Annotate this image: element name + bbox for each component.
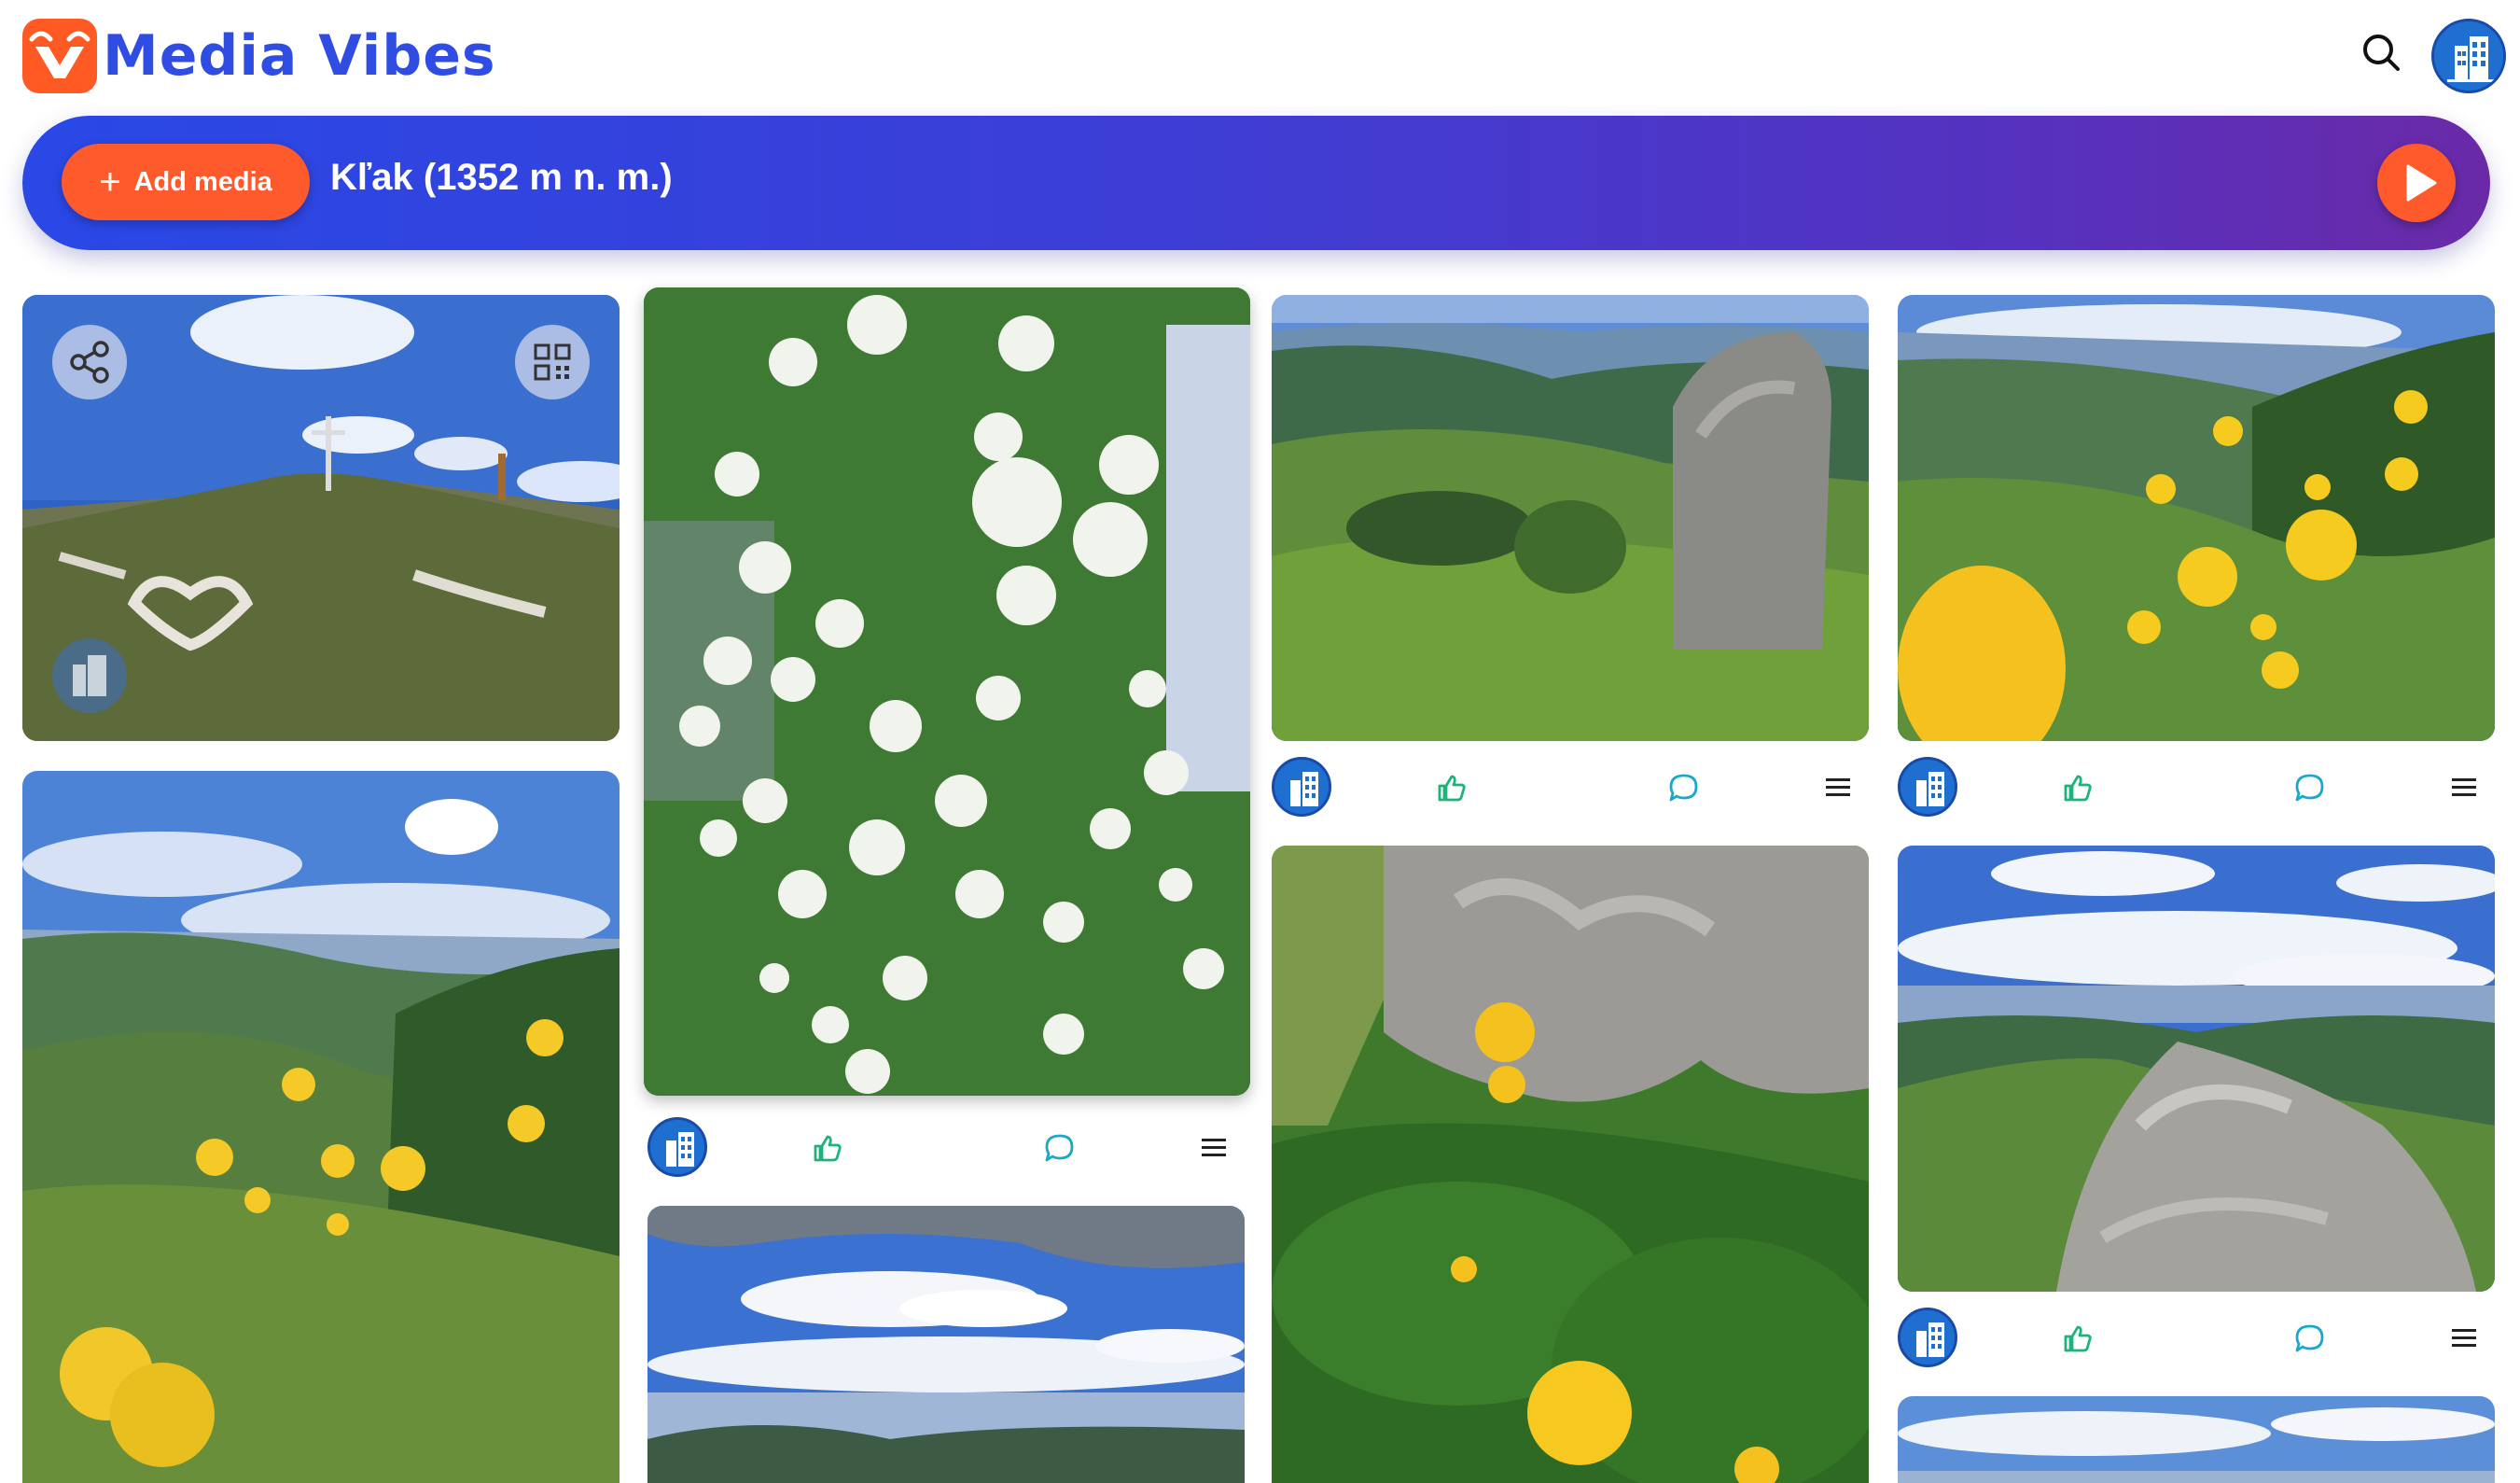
app-logo[interactable]: Media Vibes [22, 19, 496, 93]
photo-image [644, 287, 1250, 1096]
photo-card[interactable] [647, 1206, 1245, 1483]
menu-icon[interactable] [1200, 1135, 1228, 1161]
plus-icon: + [99, 161, 121, 203]
photo-image [1898, 295, 2495, 741]
building-avatar-icon [73, 655, 106, 696]
photo-actions [1898, 1305, 2495, 1370]
owner-avatar[interactable] [647, 1117, 707, 1177]
owner-avatar[interactable] [1272, 757, 1331, 817]
building-avatar-icon [1900, 760, 1955, 814]
thumbs-up-icon[interactable] [1434, 771, 1468, 804]
top-bar: Media Vibes [0, 0, 2520, 112]
building-avatar-icon [1274, 760, 1329, 814]
photo-image [647, 1206, 1245, 1483]
comment-icon[interactable] [2293, 1322, 2327, 1355]
thumbs-up-icon[interactable] [2060, 1322, 2094, 1355]
building-avatar-icon [1900, 1310, 1955, 1364]
photo-card[interactable] [644, 287, 1250, 1096]
photo-image [22, 771, 620, 1483]
user-avatar[interactable] [2431, 19, 2506, 93]
building-avatar-icon [650, 1120, 704, 1174]
share-icon[interactable] [52, 325, 127, 399]
photo-card[interactable] [1898, 295, 2495, 741]
comment-icon[interactable] [1667, 771, 1701, 804]
add-media-button[interactable]: + Add media [62, 144, 310, 220]
mv-logo-icon [22, 19, 97, 93]
photo-image [1898, 1396, 2495, 1483]
photo-actions [1898, 754, 2495, 819]
photo-image [1272, 295, 1869, 741]
collection-title: Kľak (1352 m n. m.) [330, 157, 673, 198]
photo-card[interactable] [1898, 1396, 2495, 1483]
play-icon[interactable] [2377, 144, 2456, 222]
menu-icon[interactable] [1824, 775, 1852, 801]
qr-code-icon[interactable] [515, 325, 590, 399]
photo-card[interactable] [1272, 295, 1869, 741]
menu-icon[interactable] [2450, 775, 2478, 801]
menu-icon[interactable] [2450, 1325, 2478, 1351]
photo-card[interactable] [1272, 846, 1869, 1483]
photo-actions [1272, 754, 1869, 819]
photo-card[interactable] [1898, 846, 2495, 1292]
photo-card[interactable] [22, 295, 620, 741]
owner-avatar[interactable] [1898, 757, 1957, 817]
photo-actions [647, 1114, 1235, 1180]
comment-icon[interactable] [1043, 1131, 1077, 1165]
app-name: Media Vibes [103, 23, 496, 89]
photo-image [1898, 846, 2495, 1292]
photo-image [1272, 846, 1869, 1483]
owner-avatar[interactable] [1898, 1308, 1957, 1367]
photo-card[interactable] [22, 771, 620, 1483]
thumbs-up-icon[interactable] [810, 1131, 843, 1165]
thumbs-up-icon[interactable] [2060, 771, 2094, 804]
search-icon[interactable] [2360, 32, 2402, 73]
owner-avatar-overlay[interactable] [52, 638, 127, 713]
collection-banner: + Add media Kľak (1352 m n. m.) [22, 116, 2490, 250]
comment-icon[interactable] [2293, 771, 2327, 804]
building-avatar-icon [2434, 21, 2503, 91]
add-media-label: Add media [133, 166, 272, 197]
